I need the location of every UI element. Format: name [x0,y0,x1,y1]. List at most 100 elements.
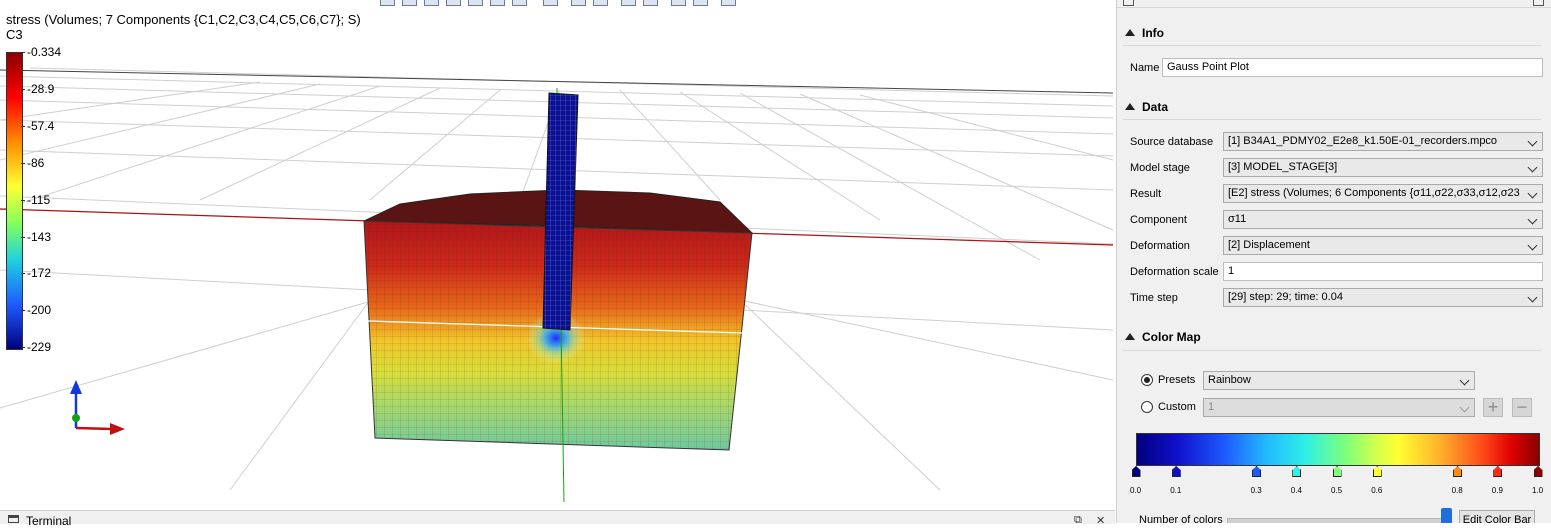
zoom-in-icon[interactable] [671,0,686,6]
view-bottom-icon[interactable] [512,0,527,6]
chevron-down-icon [1527,188,1538,199]
legend-tick-label: -143 [20,229,52,244]
data-row-label: Result [1130,188,1162,200]
color-stop-label: 0.1 [1170,486,1182,495]
color-stop-label: 1.0 [1532,486,1544,495]
close-icon[interactable]: ✕ [1096,514,1105,527]
color-stop-marker[interactable] [1372,466,1382,477]
zoom-out-icon[interactable] [693,0,708,6]
color-stop-marker[interactable] [1332,466,1342,477]
view-right-icon[interactable] [468,0,483,6]
data-row-select[interactable]: [2] Displacement [1223,236,1543,255]
color-stop-marker[interactable] [1453,466,1463,477]
legend-tick-label: -57.4 [20,118,55,133]
color-map-preview [1136,433,1540,466]
color-stop-label: 0.6 [1371,486,1383,495]
view-left-icon[interactable] [446,0,461,6]
grid-top-line [0,69,1114,94]
plot-title: stress (Volumes; 7 Components {C1,C2,C3,… [6,12,361,27]
number-of-colors-slider[interactable] [1227,518,1449,523]
legend-tick-label: -200 [20,303,52,318]
color-stop-marker[interactable] [1493,466,1503,477]
data-row-label: Model stage [1130,162,1190,174]
color-legend-bar [6,52,23,350]
color-stop-label: 0.3 [1250,486,1262,495]
data-row-label: Deformation [1130,240,1190,252]
chevron-down-icon [1527,162,1538,173]
color-stop-marker[interactable] [1171,466,1181,477]
color-stop-marker[interactable] [1131,466,1141,477]
terminal-title: Terminal [26,514,72,528]
view-iso-icon[interactable] [380,0,395,6]
component-label: C3 [6,27,23,42]
custom-select[interactable]: 1 [1203,398,1475,417]
3d-viewport[interactable]: stress (Volumes; 7 Components {C1,C2,C3,… [0,0,1115,510]
pan-icon[interactable] [593,0,608,6]
data-row-label: Component [1130,214,1187,226]
fit-view-icon[interactable] [721,0,736,6]
chevron-down-icon [1527,292,1538,303]
legend-tick-label: -115 [20,192,51,207]
view-toolbar [375,0,745,6]
color-stop-marker[interactable] [1292,466,1302,477]
legend-tick-label: -172 [20,266,52,281]
add-icon[interactable]: + [1483,398,1503,417]
color-stop-label: 0.9 [1491,486,1503,495]
color-map-section-header[interactable]: Color Map [1125,330,1201,344]
color-stop-marker[interactable] [1533,466,1543,477]
custom-label: Custom [1158,401,1196,413]
panel-title-bar [1117,0,1551,8]
legend-tick-label: -28.9 [20,81,55,96]
terminal-dock[interactable]: Terminal ⧉ ✕ [0,510,1115,528]
data-row-select[interactable]: [1] B34A1_PDMY02_E2e8_k1.50E-01_recorder… [1223,132,1543,151]
color-stop-label: 0.5 [1331,486,1343,495]
collapse-icon [1125,333,1135,340]
terminal-icon [8,515,19,523]
color-stop-label: 0.4 [1290,486,1302,495]
print-icon[interactable] [621,0,636,6]
panel-icon [1123,0,1134,6]
name-input[interactable]: Gauss Point Plot [1162,58,1543,77]
data-row-select[interactable]: [E2] stress (Volumes; 6 Components {σ11,… [1223,184,1543,203]
chevron-down-icon [1459,402,1470,413]
data-row-select[interactable]: σ11 [1223,210,1543,229]
select-icon[interactable] [543,0,558,6]
data-row-input[interactable]: 1 [1223,262,1543,281]
data-row-select[interactable]: [3] MODEL_STAGE[3] [1223,158,1543,177]
view-front-icon[interactable] [402,0,417,6]
remove-icon[interactable]: − [1512,398,1532,417]
data-section-header[interactable]: Data [1125,100,1168,114]
number-of-colors-label: Number of colors [1139,514,1223,523]
slider-handle[interactable] [1441,508,1452,523]
chevron-down-icon [1459,375,1470,386]
data-row-label: Source database [1130,136,1214,148]
color-stop-label: 0.0 [1130,486,1142,495]
chevron-down-icon [1527,214,1538,225]
data-row-label: Time step [1130,292,1178,304]
color-stop-marker[interactable] [1252,466,1262,477]
legend-tick-label: -229 [20,340,52,355]
3d-scene [0,67,1114,503]
presets-label: Presets [1158,374,1196,386]
view-back-icon[interactable] [424,0,439,6]
legend-tick-label: -0.334 [20,45,62,59]
rotate-icon[interactable] [571,0,586,6]
properties-panel: Info Name Gauss Point Plot Data Source d… [1116,0,1551,523]
float-icon[interactable]: ⧉ [1074,514,1082,527]
view-top-icon[interactable] [490,0,505,6]
presets-radio[interactable] [1141,374,1153,386]
collapse-icon [1125,103,1135,110]
camera-icon[interactable] [643,0,658,6]
chevron-down-icon [1527,240,1538,251]
chevron-down-icon [1527,136,1538,147]
info-section-header[interactable]: Info [1125,26,1164,40]
custom-radio[interactable] [1141,401,1153,413]
data-row-select[interactable]: [29] step: 29; time: 0.04 [1223,288,1543,307]
panel-float-icon[interactable] [1533,0,1544,6]
name-label: Name [1130,62,1160,74]
legend-tick-label: -86 [20,155,45,170]
color-stop-label: 0.8 [1451,486,1463,495]
edit-color-bar-button[interactable]: Edit Color Bar [1459,510,1535,523]
axes-triad [70,380,125,435]
presets-select[interactable]: Rainbow [1203,371,1475,390]
